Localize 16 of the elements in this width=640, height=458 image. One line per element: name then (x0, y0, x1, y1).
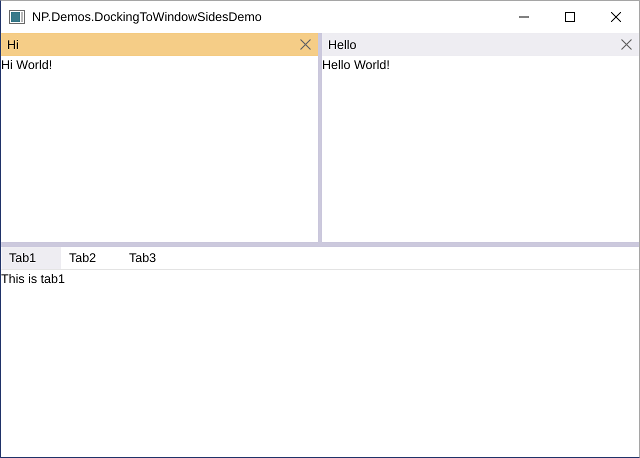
tab-content-text: This is tab1 (1, 271, 65, 286)
tab[interactable]: Tab1 (1, 247, 61, 269)
maximize-icon (565, 12, 575, 22)
window-title: NP.Demos.DockingToWindowSidesDemo (32, 10, 263, 24)
pane-text: Hello World! (322, 57, 390, 72)
pane-title: Hello (328, 38, 358, 52)
close-icon (620, 39, 632, 50)
tab[interactable]: Tab2 (61, 247, 121, 269)
app-icon (9, 10, 25, 24)
pane-header[interactable]: Hello (322, 33, 639, 56)
pane-title: Hi (7, 38, 20, 52)
close-icon (300, 39, 310, 50)
close-icon (611, 12, 621, 22)
pane-header[interactable]: Hi (1, 33, 318, 56)
tab[interactable]: Tab3 (121, 247, 181, 269)
pane-text: Hi World! (1, 57, 52, 72)
